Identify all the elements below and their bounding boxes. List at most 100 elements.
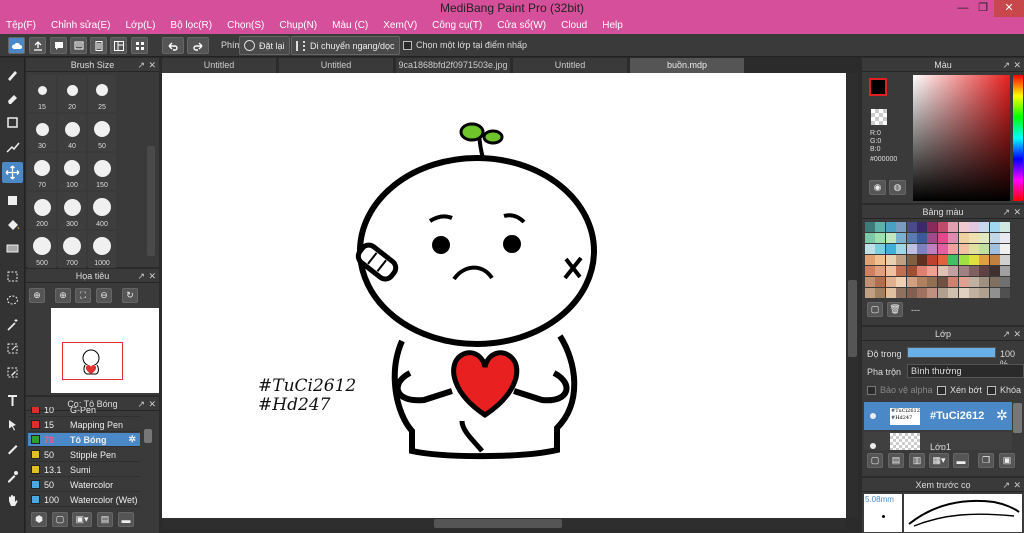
palette-swatch[interactable] <box>989 277 1000 287</box>
palette-swatch[interactable] <box>948 222 959 232</box>
menu-window[interactable]: Cửa sổ(W) <box>497 20 546 31</box>
palette-swatch[interactable] <box>969 277 979 287</box>
eye-icon[interactable] <box>870 443 876 449</box>
zoom-out-icon[interactable]: ⊖ <box>96 288 112 303</box>
palette-swatch[interactable] <box>875 222 886 232</box>
brush-size-option-700[interactable]: 700 <box>58 231 86 268</box>
close-panel-icon[interactable]: ✕ <box>148 58 156 72</box>
upload-icon[interactable] <box>29 37 46 54</box>
palette-swatch[interactable] <box>969 266 979 276</box>
brush-size-option-200[interactable]: 200 <box>28 192 56 229</box>
palette-swatch[interactable] <box>979 244 990 254</box>
palette-swatch[interactable] <box>896 222 907 232</box>
palette-swatch[interactable] <box>875 288 886 298</box>
palette-swatch[interactable] <box>989 244 1000 254</box>
palette-swatch[interactable] <box>927 244 938 254</box>
close-button[interactable]: ✕ <box>994 0 1024 17</box>
undo-icon[interactable] <box>162 37 184 54</box>
palette-swatch[interactable] <box>948 277 959 287</box>
select-pen-tool-icon[interactable] <box>2 338 23 359</box>
menu-layer[interactable]: Lớp(L) <box>126 20 156 31</box>
lasso-tool-icon[interactable] <box>2 290 23 311</box>
palette-swatch[interactable] <box>989 233 1000 243</box>
undock-icon[interactable]: ↗ <box>1002 205 1010 219</box>
palette-swatch[interactable] <box>989 255 1000 265</box>
palette-swatch[interactable] <box>896 266 907 276</box>
palette-swatch[interactable] <box>979 233 990 243</box>
palette-swatch[interactable] <box>896 277 907 287</box>
palette-swatch[interactable] <box>979 277 990 287</box>
merge-layer-icon[interactable]: ▣ <box>999 453 1015 468</box>
brush-size-option-100[interactable]: 100 <box>58 153 86 190</box>
palette-swatch[interactable] <box>875 277 886 287</box>
brush-list-item[interactable]: 70 Tô Bóng ✲ <box>28 433 140 447</box>
palette-swatch[interactable] <box>875 266 886 276</box>
brush-settings-gear-icon[interactable]: ✲ <box>128 434 136 445</box>
brush-size-option-1000[interactable]: 1000 <box>88 231 116 268</box>
close-panel-icon[interactable]: ✕ <box>1013 205 1021 219</box>
palette-swatch[interactable] <box>958 233 969 243</box>
zoom-in-icon[interactable]: ⊕ <box>29 288 45 303</box>
palette-swatch[interactable] <box>937 266 948 276</box>
tab-untitled-2[interactable]: Untitled <box>279 58 393 73</box>
palette-swatch[interactable] <box>885 266 896 276</box>
palette-swatch[interactable] <box>958 288 969 298</box>
palette-swatch[interactable] <box>937 233 948 243</box>
navigator-preview[interactable] <box>51 308 159 393</box>
close-panel-icon[interactable]: ✕ <box>1013 478 1021 492</box>
brush-size-option-50[interactable]: 50 <box>88 114 116 151</box>
tab-untitled-1[interactable]: Untitled <box>162 58 276 73</box>
palette-swatch[interactable] <box>865 233 875 243</box>
palette-swatch[interactable] <box>1000 222 1011 232</box>
select-tool-icon[interactable] <box>2 266 23 287</box>
brush-list-item[interactable]: 15 Mapping Pen <box>28 418 140 432</box>
palette-swatch[interactable] <box>989 266 1000 276</box>
palette-swatch[interactable] <box>979 222 990 232</box>
fit-icon[interactable]: ⛶ <box>75 288 91 303</box>
menu-snap[interactable]: Chụp(N) <box>279 20 317 31</box>
brush-list-item[interactable]: 50 Stipple Pen <box>28 448 140 462</box>
layer-row[interactable]: #TuCi2612 #Hd247 #TuCi2612 ✲ <box>864 402 1012 430</box>
palette-swatch[interactable] <box>927 255 938 265</box>
delete-palette-icon[interactable]: 🗑 <box>887 302 903 317</box>
brush-list-item[interactable]: 10 G-Pen <box>28 407 140 417</box>
palette-swatch[interactable] <box>896 233 907 243</box>
palette-swatch[interactable] <box>865 277 875 287</box>
clipping-checkbox[interactable]: Xén bớt <box>937 385 982 396</box>
color-wheel-icon[interactable]: ◉ <box>869 180 886 195</box>
brush-settings-icon[interactable]: ▤ <box>97 512 113 527</box>
menu-cloud[interactable]: Cloud <box>561 20 587 31</box>
palette-swatch[interactable] <box>958 277 969 287</box>
saturation-value-picker[interactable] <box>913 75 1010 201</box>
canvas-horizontal-scrollbar[interactable] <box>162 518 846 529</box>
menu-select[interactable]: Chọn(S) <box>227 20 264 31</box>
palette-swatch[interactable] <box>979 288 990 298</box>
brush-list-item[interactable]: 100 Watercolor (Wet) <box>28 493 140 507</box>
layer-scrollbar[interactable] <box>1013 403 1022 433</box>
palette-swatch[interactable] <box>1000 244 1011 254</box>
zoom-in-small-icon[interactable]: ⊕ <box>55 288 71 303</box>
select-eraser-tool-icon[interactable] <box>2 362 23 383</box>
palette-swatch[interactable] <box>1000 255 1011 265</box>
brush-size-option-70[interactable]: 70 <box>28 153 56 190</box>
palette-swatch[interactable] <box>937 277 948 287</box>
tab-untitled-3[interactable]: Untitled <box>513 58 627 73</box>
maximize-button[interactable]: ❐ <box>970 0 996 17</box>
magic-wand-tool-icon[interactable] <box>2 314 23 335</box>
brush-list-item[interactable]: 50 Watercolor <box>28 478 140 492</box>
palette-swatch[interactable] <box>917 244 927 254</box>
document-icon[interactable] <box>90 37 107 54</box>
menu-file[interactable]: Tệp(F) <box>6 20 36 31</box>
duplicate-layer-icon[interactable]: ❐ <box>978 453 994 468</box>
rectangle-tool-icon[interactable] <box>2 112 23 133</box>
palette-swatch[interactable] <box>927 222 938 232</box>
opacity-slider[interactable] <box>907 347 996 358</box>
palette-swatch[interactable] <box>958 222 969 232</box>
palette-swatch[interactable] <box>969 233 979 243</box>
palette-swatch[interactable] <box>906 266 917 276</box>
undock-icon[interactable]: ↗ <box>1002 478 1010 492</box>
new-brush-icon[interactable]: ▢ <box>52 512 68 527</box>
palette-swatch[interactable] <box>1000 266 1011 276</box>
folder-icon[interactable]: ▬ <box>118 512 134 527</box>
palette-swatch[interactable] <box>896 288 907 298</box>
